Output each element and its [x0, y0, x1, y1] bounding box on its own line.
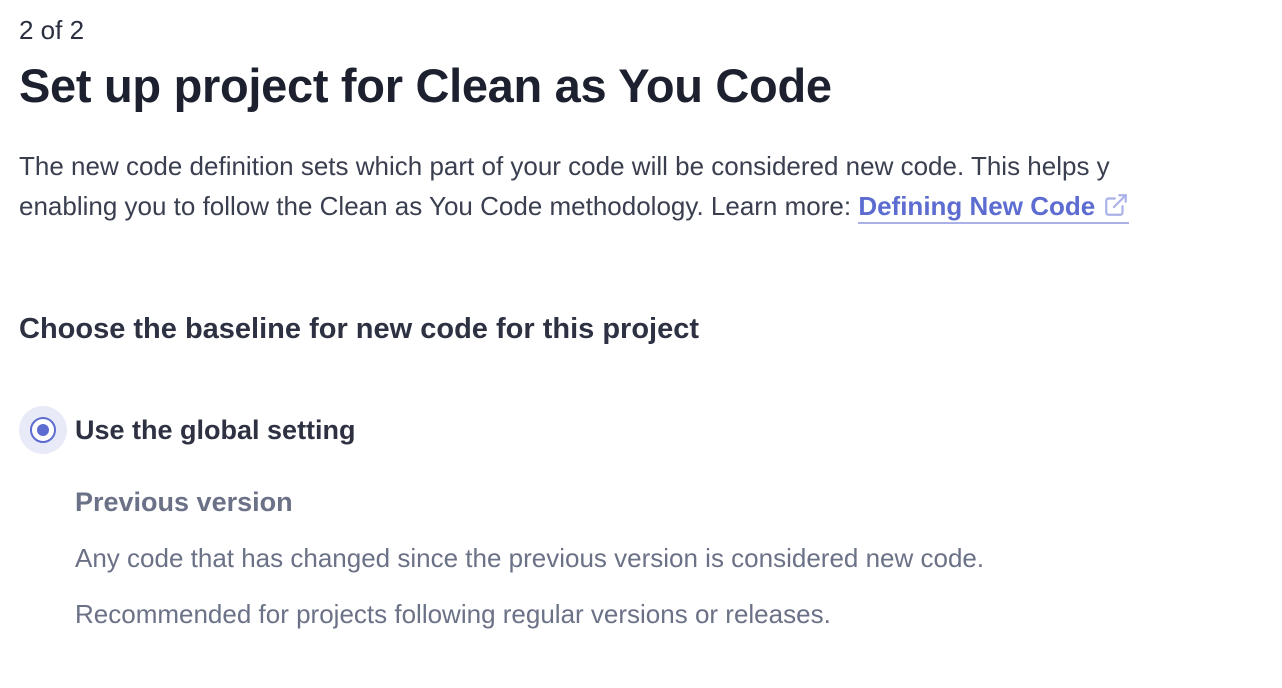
defining-new-code-link[interactable]: Defining New Code	[858, 191, 1130, 224]
page-title: Set up project for Clean as You Code	[19, 59, 832, 112]
baseline-heading: Choose the baseline for new code for thi…	[19, 313, 699, 345]
use-global-setting-radio[interactable]: Use the global setting	[19, 406, 356, 454]
global-setting-description: Any code that has changed since the prev…	[75, 543, 985, 573]
intro-line-2-text: enabling you to follow the Clean as You …	[19, 191, 859, 221]
radio-focus-halo	[19, 406, 67, 454]
radio-selected-dot	[37, 424, 49, 436]
global-setting-recommendation: Recommended for projects following regul…	[75, 599, 831, 629]
radio-button[interactable]	[30, 417, 56, 443]
intro-line-1: The new code definition sets which part …	[19, 151, 1110, 181]
defining-new-code-link-label: Defining New Code	[858, 191, 1096, 221]
intro-line-2: enabling you to follow the Clean as You …	[19, 186, 1282, 229]
global-setting-title: Previous version	[75, 487, 293, 517]
step-counter: 2 of 2	[19, 15, 85, 45]
new-code-setup-page: 2 of 2 Set up project for Clean as You C…	[0, 0, 1282, 688]
use-global-setting-label[interactable]: Use the global setting	[75, 406, 356, 454]
external-link-icon	[1103, 189, 1129, 229]
intro-description: The new code definition sets which part …	[19, 146, 1282, 229]
